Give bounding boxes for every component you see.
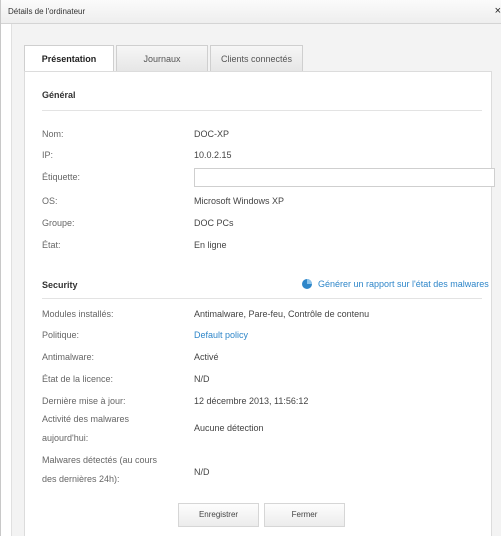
general-section-title: Général (42, 90, 76, 100)
tag-input[interactable] (194, 168, 495, 187)
last-update-value: 12 décembre 2013, 11:56:12 (194, 396, 309, 406)
tab-logs[interactable]: Journaux (116, 45, 208, 71)
state-label: État: (42, 240, 61, 250)
last-update-label: Dernière mise à jour: (42, 396, 126, 406)
security-divider (42, 298, 482, 299)
group-label: Groupe: (42, 218, 75, 228)
policy-label: Politique: (42, 330, 80, 340)
security-section-title: Security (42, 280, 78, 290)
malware-activity-label-line1: Activité des malwares (42, 414, 130, 424)
computer-details-window: Détails de l'ordinateur × Présentation J… (0, 0, 501, 536)
pie-chart-icon (302, 279, 312, 289)
general-divider (42, 110, 482, 111)
tab-connected-clients[interactable]: Clients connectés (210, 45, 303, 71)
window-title: Détails de l'ordinateur (8, 7, 86, 16)
name-label: Nom: (42, 129, 64, 139)
malware-detected-label-line2: des dernières 24h): (42, 474, 120, 484)
close-button[interactable]: Fermer (264, 503, 345, 527)
antimalware-value: Activé (194, 352, 219, 362)
os-value: Microsoft Windows XP (194, 196, 285, 206)
window-titlebar: Détails de l'ordinateur × (1, 0, 501, 24)
modules-label: Modules installés: (42, 309, 114, 319)
policy-link[interactable]: Default policy (194, 330, 248, 340)
license-value: N/D (194, 374, 210, 384)
malware-activity-value: Aucune détection (194, 423, 264, 433)
name-value: DOC-XP (194, 129, 230, 139)
malware-activity-label-line2: aujourd'hui: (42, 433, 89, 443)
tag-label: Étiquette: (42, 172, 81, 182)
modules-value: Antimalware, Pare-feu, Contrôle de conte… (194, 309, 370, 319)
group-value: DOC PCs (194, 218, 234, 228)
save-button[interactable]: Enregistrer (178, 503, 259, 527)
overview-panel: Général Nom: DOC-XP IP: 10.0.2.15 Étique… (24, 71, 495, 536)
malware-report-link-text: Générer un rapport sur l'état des malwar… (318, 279, 489, 289)
malware-detected-label-line1: Malwares détectés (au cours (42, 455, 158, 465)
malware-report-link[interactable]: Générer un rapport sur l'état des malwar… (302, 279, 489, 289)
malware-detected-value: N/D (194, 467, 210, 477)
antimalware-label: Antimalware: (42, 352, 95, 362)
state-value: En ligne (194, 240, 227, 250)
os-label: OS: (42, 196, 58, 206)
tab-overview[interactable]: Présentation (24, 45, 114, 72)
close-icon[interactable]: × (495, 5, 501, 17)
ip-value: 10.0.2.15 (194, 150, 232, 160)
ip-label: IP: (42, 150, 54, 160)
window-content: Présentation Journaux Clients connectés … (11, 24, 501, 536)
license-label: État de la licence: (42, 374, 114, 384)
